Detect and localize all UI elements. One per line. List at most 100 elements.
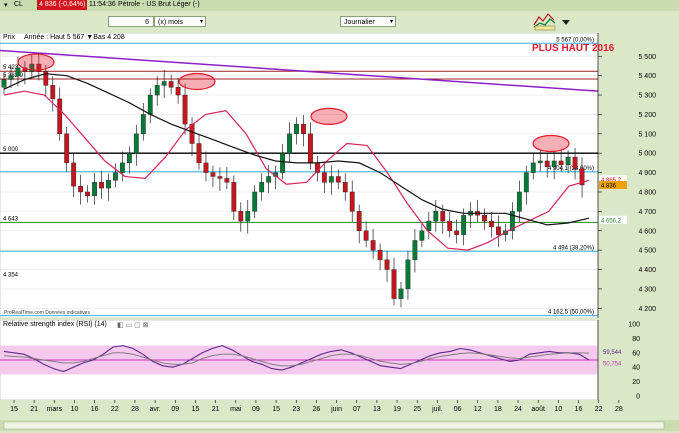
- x-tick-label: 12: [474, 406, 482, 413]
- level-label: 5 000: [3, 147, 19, 153]
- candle-body: [489, 220, 494, 228]
- candle-body: [558, 160, 564, 166]
- candle-body: [398, 288, 404, 299]
- candle-body: [203, 162, 209, 173]
- candle-body: [8, 75, 14, 80]
- x-tick-label: 24: [514, 406, 522, 413]
- fib-label: 4 494 (38,20%): [553, 245, 594, 251]
- x-tick-label: 22: [111, 406, 119, 413]
- period-value: 6: [145, 19, 149, 26]
- toolbar: 6 (x) mois ▾ Journalier ▾: [0, 11, 679, 33]
- x-tick-label: juin: [330, 406, 342, 413]
- x-tick-label: 21: [212, 406, 220, 413]
- x-tick-label: mai: [230, 406, 242, 413]
- x-tick-label: avr.: [149, 406, 160, 413]
- y-tick-label: 5 400: [638, 73, 656, 80]
- candle-body: [119, 162, 125, 173]
- candle-body: [175, 87, 181, 96]
- price-chart[interactable]: 5 4235 382,95 0004 6434 3545 567 (0,00%)…: [0, 32, 679, 319]
- x-tick-label: 15: [192, 406, 200, 413]
- highlight-ellipse: [178, 72, 216, 91]
- candle-body: [565, 156, 571, 166]
- candle-body: [106, 180, 111, 189]
- candle-body: [328, 176, 334, 183]
- candle-body: [363, 230, 369, 241]
- candle-body: [370, 240, 376, 251]
- annotation-title: PLUS HAUT 2016: [532, 43, 615, 54]
- x-tick-label: 28: [131, 406, 139, 413]
- candle-body: [210, 172, 216, 177]
- candle-body: [551, 160, 557, 167]
- candle-body: [419, 230, 425, 241]
- candle-body: [335, 176, 341, 183]
- candle-body: [133, 133, 139, 154]
- y-tick-label: 4 900: [638, 170, 656, 177]
- chevron-down-icon[interactable]: [561, 17, 571, 27]
- candle-body: [71, 162, 77, 187]
- candle-body: [280, 153, 285, 173]
- menu-arrow-icon[interactable]: ▾: [4, 1, 8, 9]
- candle-body: [426, 220, 432, 231]
- candle-body: [196, 143, 202, 164]
- x-tick-label: juil.: [431, 406, 443, 413]
- candle-body: [405, 259, 411, 290]
- candle-body: [482, 215, 487, 222]
- candle-body: [92, 182, 97, 197]
- period-unit-select[interactable]: (x) mois ▾: [154, 16, 206, 27]
- highlight-ellipse: [17, 53, 55, 71]
- chevron-down-icon: ▾: [199, 19, 203, 25]
- candle-body: [57, 98, 63, 135]
- rsi-chart[interactable]: 10080604020059,54450,754: [0, 319, 679, 401]
- candle-body: [308, 133, 313, 164]
- x-tick-label: 06: [454, 406, 462, 413]
- chevron-down-icon: ▾: [389, 19, 393, 25]
- candle-body: [301, 123, 306, 135]
- candle-body: [126, 153, 132, 164]
- y-tick-label: 5 100: [638, 131, 656, 138]
- candle-body: [85, 191, 90, 197]
- rsi-panel[interactable]: 100 80 60 40 20 0 59,544 50,754 Relative streng…: [0, 319, 679, 401]
- x-tick-label: 18: [494, 406, 502, 413]
- instrument-label: CL: [14, 1, 23, 8]
- x-tick-label: 21: [30, 406, 38, 413]
- candle-body: [544, 160, 550, 167]
- candle-body: [391, 269, 397, 299]
- candle-body: [321, 172, 327, 183]
- x-tick-label: 19: [393, 406, 401, 413]
- x-tick-label: 23: [292, 406, 300, 413]
- timestamp: 11:54:36: [89, 1, 116, 8]
- interval-value: Journalier: [344, 19, 375, 26]
- candle-body: [182, 94, 188, 125]
- candle-body: [454, 230, 460, 235]
- candle-body: [523, 172, 529, 193]
- x-tick-label: 13: [373, 406, 381, 413]
- period-value-input[interactable]: 6: [108, 16, 154, 27]
- chart-type-icon[interactable]: [532, 11, 558, 31]
- candle-body: [245, 211, 251, 222]
- candle-body: [1, 79, 7, 88]
- fib-label: 4 162,5 (50,00%): [548, 310, 594, 316]
- x-tick-label: 10: [554, 406, 562, 413]
- candle-body: [412, 240, 418, 261]
- candle-body: [189, 123, 195, 144]
- candle-body: [342, 182, 348, 193]
- candle-body: [433, 211, 439, 222]
- interval-select[interactable]: Journalier ▾: [340, 16, 396, 27]
- candle-body: [259, 182, 265, 193]
- candle-body: [266, 176, 272, 183]
- price-panel[interactable]: 5 423 5 382,9 5 000 4 643 4 354 5 567 (0,00%)…: [0, 32, 679, 319]
- candle-body: [231, 182, 237, 212]
- panel-controls-icon[interactable]: ◧ ▭ ▢ ⊠: [117, 321, 149, 329]
- level-label: 4 354: [3, 272, 19, 278]
- scrollbar-thumb[interactable]: [3, 421, 665, 430]
- instrument-name: Pétrole - US Brut Léger (-): [118, 1, 200, 8]
- rsi-tick-label: 80: [632, 336, 640, 343]
- candle-body: [99, 182, 104, 189]
- rsi-label: Relative strength index (RSI) (14): [3, 321, 107, 328]
- y-tick-label: 4 700: [638, 209, 656, 216]
- y-tick-label: 4 300: [638, 286, 656, 293]
- candle-body: [15, 67, 21, 76]
- rsi-tick-label: 100: [628, 322, 640, 329]
- y-tick-label: 4 400: [638, 267, 656, 274]
- rsi-value-label: 50,754: [603, 361, 622, 367]
